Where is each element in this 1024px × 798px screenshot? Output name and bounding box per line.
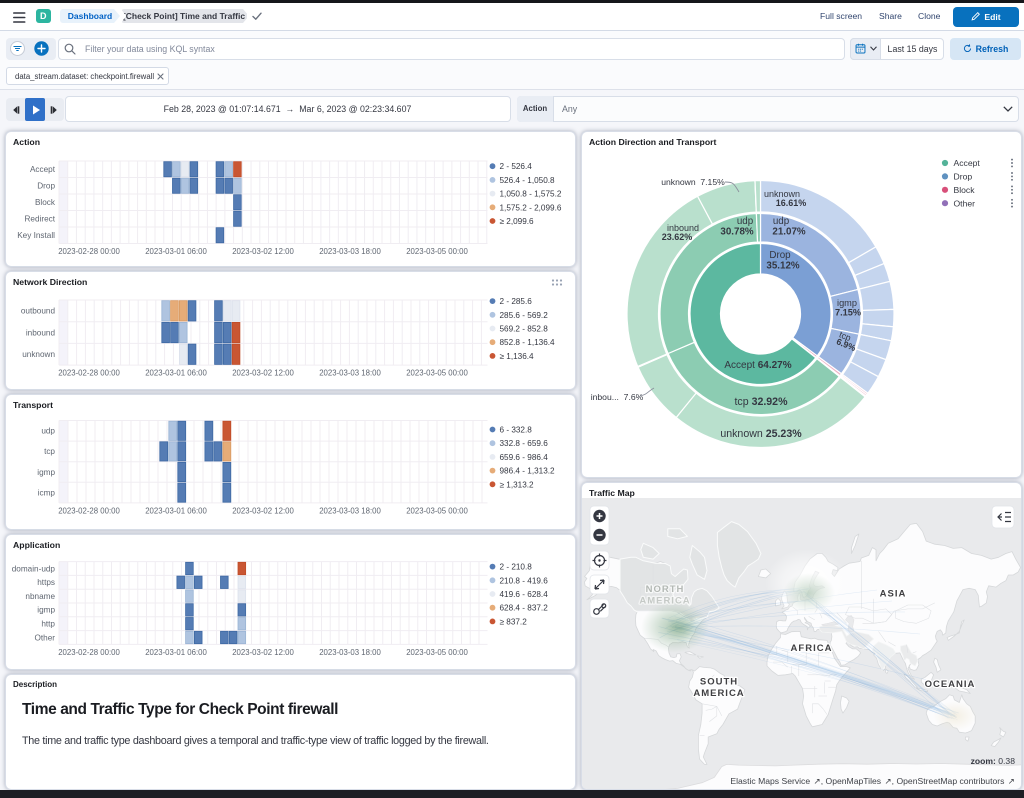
svg-text:2023-03-03 18:00: 2023-03-03 18:00	[319, 369, 381, 378]
svg-text:Accept: Accept	[954, 158, 981, 168]
svg-text:419.6 - 628.4: 419.6 - 628.4	[500, 590, 549, 599]
svg-text:outbound: outbound	[21, 307, 56, 316]
svg-text:2023-03-01 06:00: 2023-03-01 06:00	[145, 369, 207, 378]
svg-text:domain-udp: domain-udp	[12, 564, 56, 573]
svg-text:1,575.2 - 2,099.6: 1,575.2 - 2,099.6	[500, 203, 562, 212]
svg-text:igmp: igmp	[37, 468, 55, 477]
svg-text:2023-03-03 18:00: 2023-03-03 18:00	[319, 247, 381, 256]
svg-text:Other: Other	[954, 198, 976, 208]
svg-text:≥ 837.2: ≥ 837.2	[500, 617, 528, 626]
svg-text:2023-03-05 00:00: 2023-03-05 00:00	[406, 247, 468, 256]
svg-text:2023-03-02 12:00: 2023-03-02 12:00	[232, 247, 294, 256]
svg-text:2023-03-02 12:00: 2023-03-02 12:00	[232, 648, 294, 657]
svg-text:2 - 526.4: 2 - 526.4	[500, 162, 533, 171]
svg-text:tcp 32.92%: tcp 32.92%	[734, 396, 788, 408]
svg-text:16.61%: 16.61%	[776, 198, 807, 208]
svg-text:igmp: igmp	[837, 298, 857, 308]
svg-text:2023-03-05 00:00: 2023-03-05 00:00	[406, 648, 468, 657]
svg-text:SOUTH: SOUTH	[700, 677, 738, 688]
svg-text:2023-03-05 00:00: 2023-03-05 00:00	[406, 506, 468, 515]
svg-text:zoom: 0.38: zoom: 0.38	[971, 756, 1016, 766]
svg-text:1,050.8 - 1,575.2: 1,050.8 - 1,575.2	[500, 190, 562, 199]
svg-text:Drop: Drop	[769, 250, 791, 261]
svg-text:285.6 - 569.2: 285.6 - 569.2	[500, 311, 549, 320]
svg-text:7.15%: 7.15%	[835, 308, 861, 318]
svg-text:2023-03-01 06:00: 2023-03-01 06:00	[145, 506, 207, 515]
svg-text:852.8 - 1,136.4: 852.8 - 1,136.4	[500, 338, 556, 347]
svg-text:Accept: Accept	[30, 165, 56, 174]
svg-text:Other: Other	[35, 633, 56, 642]
svg-text:2023-02-28 00:00: 2023-02-28 00:00	[58, 648, 120, 657]
svg-text:tcp: tcp	[44, 447, 55, 456]
svg-text:Block: Block	[954, 185, 976, 195]
svg-text:332.8 - 659.6: 332.8 - 659.6	[500, 439, 549, 448]
svg-text:udp: udp	[737, 216, 754, 227]
svg-text:2 - 285.6: 2 - 285.6	[500, 297, 533, 306]
svg-text:igmp: igmp	[37, 606, 55, 615]
svg-text:659.6 - 986.4: 659.6 - 986.4	[500, 453, 549, 462]
svg-text:icmp: icmp	[38, 488, 56, 497]
svg-text:inbou... 7.6%: inbou... 7.6%	[591, 392, 644, 402]
svg-text:2 - 210.8: 2 - 210.8	[500, 563, 533, 572]
svg-text:2023-03-02 12:00: 2023-03-02 12:00	[232, 506, 294, 515]
svg-text:nbname: nbname	[25, 592, 55, 601]
svg-text:Drop: Drop	[954, 172, 973, 182]
svg-text:526.4 - 1,050.8: 526.4 - 1,050.8	[500, 176, 556, 185]
svg-text:udp: udp	[773, 216, 790, 227]
svg-text:Key Install: Key Install	[17, 231, 55, 240]
svg-text:inbound: inbound	[26, 328, 56, 337]
svg-text:2023-02-28 00:00: 2023-02-28 00:00	[58, 369, 120, 378]
svg-text:NORTH: NORTH	[646, 584, 685, 595]
svg-text:OCEANIA: OCEANIA	[925, 679, 976, 690]
svg-text:2023-03-01 06:00: 2023-03-01 06:00	[145, 648, 207, 657]
svg-text:Elastic Maps Service ↗, OpenMa: Elastic Maps Service ↗, OpenMapTiles ↗, …	[730, 776, 1015, 786]
svg-text:Drop: Drop	[37, 182, 55, 191]
svg-text:AFRICA: AFRICA	[791, 643, 833, 654]
svg-text:Accept 64.27%: Accept 64.27%	[724, 360, 791, 371]
svg-text:2023-03-01 06:00: 2023-03-01 06:00	[145, 247, 207, 256]
svg-text:unknown: unknown	[22, 350, 55, 359]
svg-text:2023-03-03 18:00: 2023-03-03 18:00	[319, 506, 381, 515]
svg-text:210.8 - 419.6: 210.8 - 419.6	[500, 576, 549, 585]
svg-text:http: http	[41, 620, 55, 629]
svg-text:2023-03-05 00:00: 2023-03-05 00:00	[406, 369, 468, 378]
svg-text:2023-03-03 18:00: 2023-03-03 18:00	[319, 648, 381, 657]
svg-text:6 - 332.8: 6 - 332.8	[500, 426, 533, 435]
svg-text:35.12%: 35.12%	[766, 261, 800, 272]
svg-text:2023-02-28 00:00: 2023-02-28 00:00	[58, 506, 120, 515]
svg-text:628.4 - 837.2: 628.4 - 837.2	[500, 604, 549, 613]
svg-text:AMERICA: AMERICA	[693, 688, 744, 699]
svg-text:https: https	[37, 578, 55, 587]
svg-text:≥ 2,099.6: ≥ 2,099.6	[500, 217, 535, 226]
svg-text:Redirect: Redirect	[25, 215, 56, 224]
svg-text:ASIA: ASIA	[880, 589, 907, 600]
svg-text:≥ 1,313.2: ≥ 1,313.2	[500, 480, 535, 489]
svg-text:Block: Block	[35, 198, 56, 207]
svg-text:569.2 - 852.8: 569.2 - 852.8	[500, 325, 549, 334]
svg-text:2023-02-28 00:00: 2023-02-28 00:00	[58, 247, 120, 256]
svg-text:2023-03-02 12:00: 2023-03-02 12:00	[232, 369, 294, 378]
svg-text:986.4 - 1,313.2: 986.4 - 1,313.2	[500, 467, 556, 476]
svg-text:30.78%: 30.78%	[720, 227, 754, 238]
svg-text:udp: udp	[41, 427, 55, 436]
svg-text:unknown 25.23%: unknown 25.23%	[720, 428, 802, 440]
svg-text:≥ 1,136.4: ≥ 1,136.4	[500, 352, 535, 361]
svg-text:AMERICA: AMERICA	[639, 596, 690, 607]
svg-text:23.62%: 23.62%	[662, 232, 693, 242]
svg-text:unknown 7.15%: unknown 7.15%	[661, 177, 725, 187]
svg-text:21.07%: 21.07%	[772, 227, 806, 238]
